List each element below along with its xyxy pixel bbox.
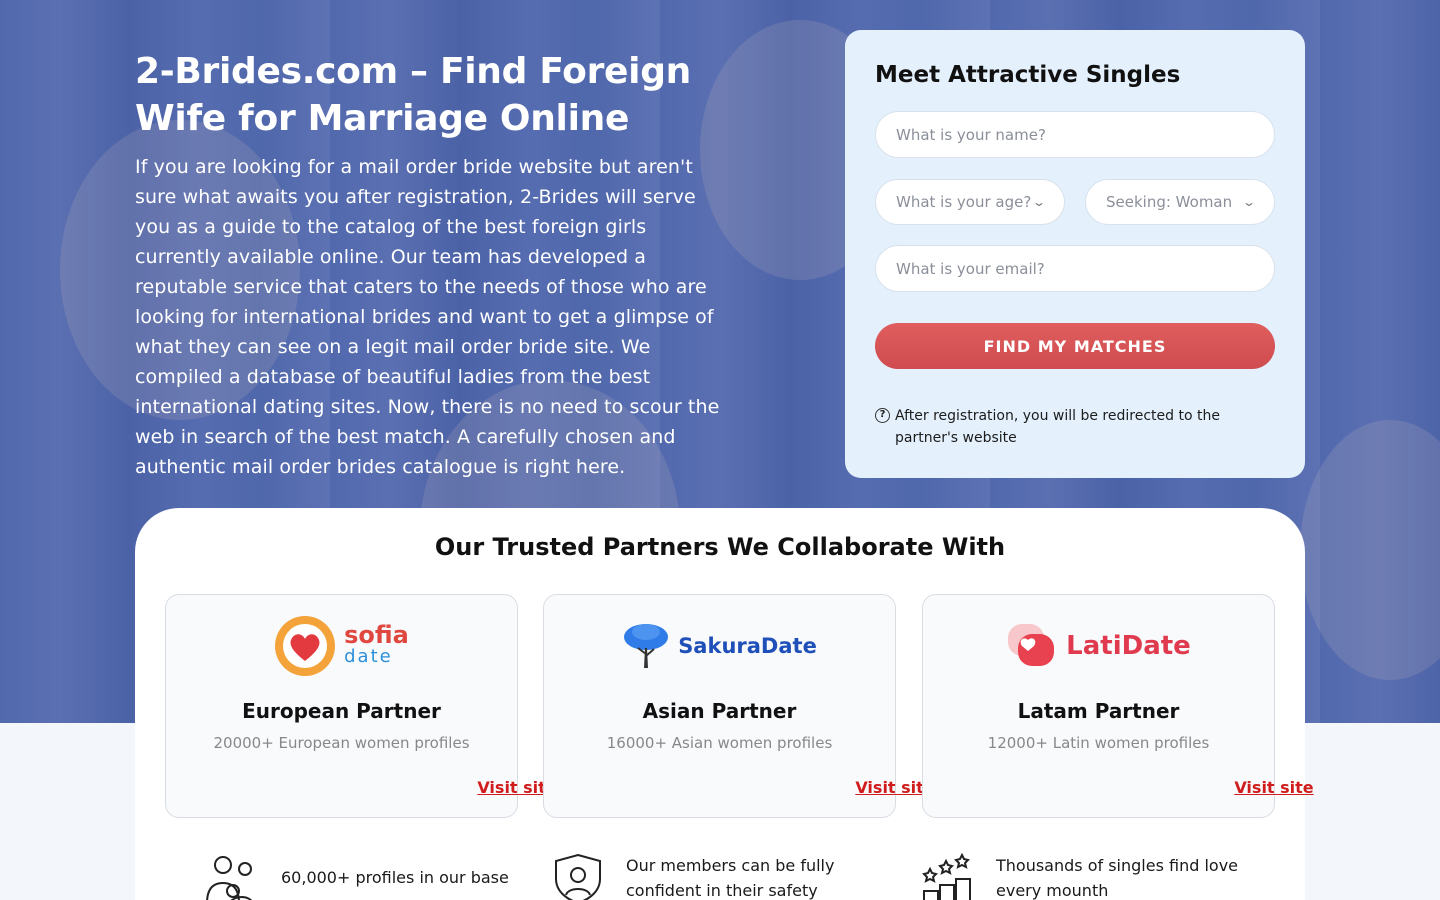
partner-subtitle: 12000+ Latin women profiles xyxy=(987,734,1210,752)
question-icon: ? xyxy=(875,408,890,423)
sakura-tree-icon xyxy=(624,624,669,668)
sofiadate-logo: sofia date xyxy=(166,615,517,677)
latidate-logo: LatiDate xyxy=(923,615,1274,677)
partner-card-european: sofia date European Partner 20000+ Europ… xyxy=(165,594,557,818)
hero-section: 2-Brides.com – Find Foreign Wife for Mar… xyxy=(135,48,735,482)
sofiadate-logo-top: sofia xyxy=(344,621,409,649)
partner-subtitle: 16000+ Asian women profiles xyxy=(606,734,833,752)
name-input[interactable] xyxy=(875,111,1275,158)
signup-form: Meet Attractive Singles What is your age… xyxy=(845,30,1305,478)
sofiadate-heart-icon xyxy=(275,616,336,676)
age-select[interactable]: What is your age? ⌄ xyxy=(875,179,1065,225)
registration-note: ? After registration, you will be redire… xyxy=(875,405,1275,449)
feature-safety: Our members can be fully confident in th… xyxy=(550,853,846,900)
partner-subtitle: 20000+ European women profiles xyxy=(213,734,470,752)
form-title: Meet Attractive Singles xyxy=(875,62,1181,88)
seeking-select-label: Seeking: Woman xyxy=(1106,193,1233,211)
visit-site-link[interactable]: Visit site xyxy=(1099,778,1440,797)
age-select-label: What is your age? xyxy=(896,193,1032,211)
seeking-select[interactable]: Seeking: Woman ⌄ xyxy=(1085,179,1275,225)
partner-title: Asian Partner xyxy=(642,699,797,723)
partner-card-latam: LatiDate Latam Partner 12000+ Latin wome… xyxy=(922,594,1314,818)
shield-user-icon xyxy=(555,853,601,900)
find-matches-button[interactable]: FIND MY MATCHES xyxy=(875,323,1275,369)
partners-title: Our Trusted Partners We Collaborate With xyxy=(434,533,1006,561)
partner-card-asian: SakuraDate Asian Partner 16000+ Asian wo… xyxy=(543,594,935,818)
stars-icon xyxy=(922,853,971,900)
sofiadate-logo-bottom: date xyxy=(344,646,393,667)
registration-note-text: After registration, you will be redirect… xyxy=(895,408,1220,446)
feature-love: Thousands of singles find love every mou… xyxy=(920,853,1246,900)
feature-profiles: 60,000+ profiles in our base xyxy=(205,853,509,900)
people-icon xyxy=(206,856,253,900)
latidate-logo-text: LatiDate xyxy=(1066,631,1191,661)
feature-text: Thousands of singles find love every mou… xyxy=(996,856,1239,900)
chevron-down-icon: ⌄ xyxy=(1031,195,1047,209)
chevron-down-icon: ⌄ xyxy=(1241,195,1257,209)
partners-section: Our Trusted Partners We Collaborate With… xyxy=(135,508,1314,900)
email-input[interactable] xyxy=(875,245,1275,292)
partner-title: European Partner xyxy=(242,699,441,723)
hero-description: If you are looking for a mail order brid… xyxy=(135,156,720,478)
feature-text: 60,000+ profiles in our base xyxy=(281,868,509,887)
feature-text: Our members can be fully confident in th… xyxy=(626,856,835,900)
latidate-chat-heart-icon xyxy=(1008,624,1055,666)
partner-title: Latam Partner xyxy=(1017,699,1180,723)
sakuradate-logo: SakuraDate xyxy=(544,615,895,677)
sakuradate-logo-text: SakuraDate xyxy=(678,634,817,658)
page-title: 2-Brides.com – Find Foreign Wife for Mar… xyxy=(135,51,691,139)
